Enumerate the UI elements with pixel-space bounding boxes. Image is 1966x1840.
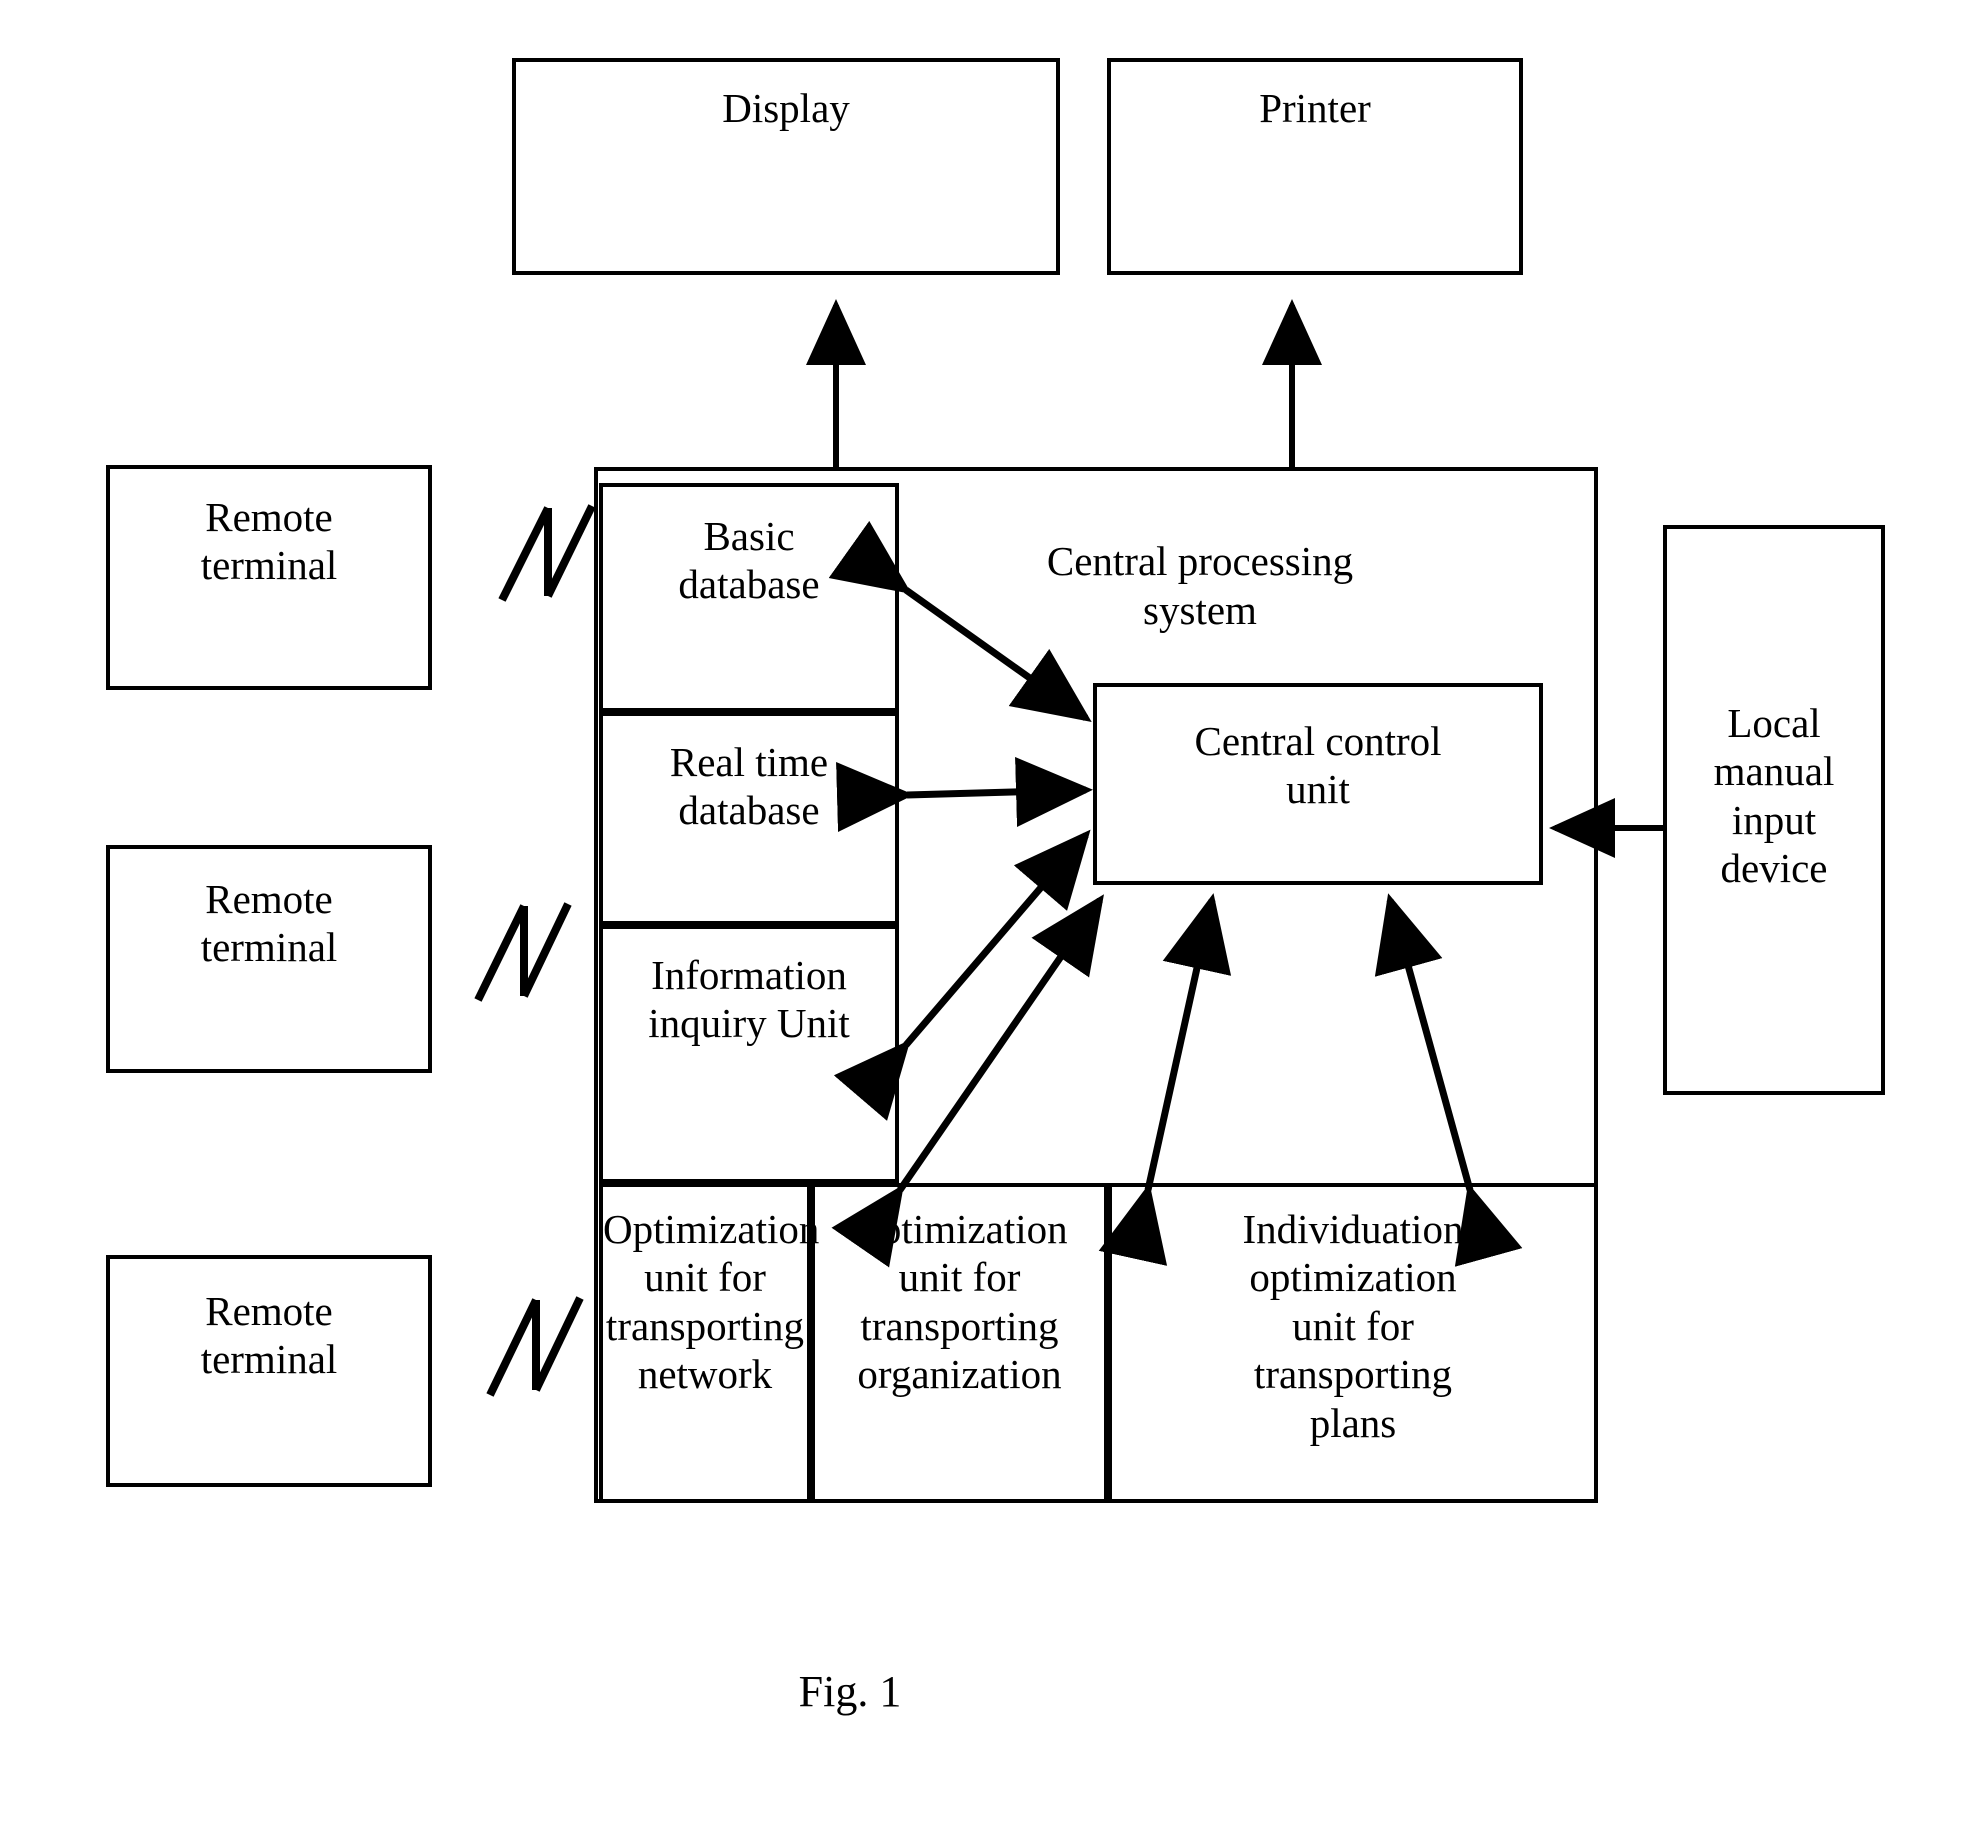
- printer-label: Printer: [1259, 85, 1371, 131]
- remote-terminal-1-label: Remote terminal: [200, 494, 338, 589]
- optimization-unit-transporting-organization-box: Optimization unit for transporting organiza…: [811, 1183, 1108, 1503]
- central-control-unit-box: Central control unit: [1093, 683, 1543, 885]
- local-manual-input-device-box: Local manual input device: [1663, 525, 1885, 1095]
- figure-caption: Fig. 1: [798, 1667, 902, 1716]
- optimization-unit-transporting-organization-label: Optimization unit for transporting organiza…: [851, 1206, 1068, 1398]
- remote-terminal-1-box: Remote terminal: [106, 465, 432, 690]
- information-inquiry-unit-label: Information inquiry Unit: [648, 952, 850, 1047]
- real-time-database-box: Real time database: [599, 712, 899, 925]
- individuation-optimization-unit-box: Individuation optimization unit for transpo…: [1108, 1183, 1598, 1503]
- central-control-unit-label: Central control unit: [1194, 718, 1442, 813]
- optimization-unit-transporting-network-box: Optimization unit for transporting network: [599, 1183, 820, 1503]
- break-symbol-3-icon: [486, 1296, 584, 1397]
- remote-terminal-3-box: Remote terminal: [106, 1255, 432, 1487]
- optimization-unit-transporting-network-label: Optimization unit for transporting network: [603, 1206, 820, 1398]
- break-symbol-1-icon: [498, 504, 596, 602]
- central-processing-system-title: Central processing system: [1046, 538, 1354, 634]
- information-inquiry-unit-box: Information inquiry Unit: [599, 925, 899, 1183]
- basic-database-label: Basic database: [678, 513, 820, 608]
- remote-terminal-3-label: Remote terminal: [200, 1288, 338, 1383]
- display-box: Display: [512, 58, 1060, 275]
- break-symbol-2-icon: [474, 902, 572, 1002]
- display-label: Display: [722, 85, 850, 131]
- remote-terminal-2-box: Remote terminal: [106, 845, 432, 1073]
- basic-database-box: Basic database: [599, 483, 899, 712]
- figure-canvas: Display Printer Remote terminal Remote ter…: [0, 0, 1966, 1840]
- individuation-optimization-unit-label: Individuation optimization unit for transpo…: [1242, 1206, 1464, 1446]
- local-manual-input-device-label: Local manual input device: [1713, 700, 1835, 892]
- real-time-database-label: Real time database: [669, 739, 829, 834]
- printer-box: Printer: [1107, 58, 1523, 275]
- remote-terminal-2-label: Remote terminal: [200, 876, 338, 971]
